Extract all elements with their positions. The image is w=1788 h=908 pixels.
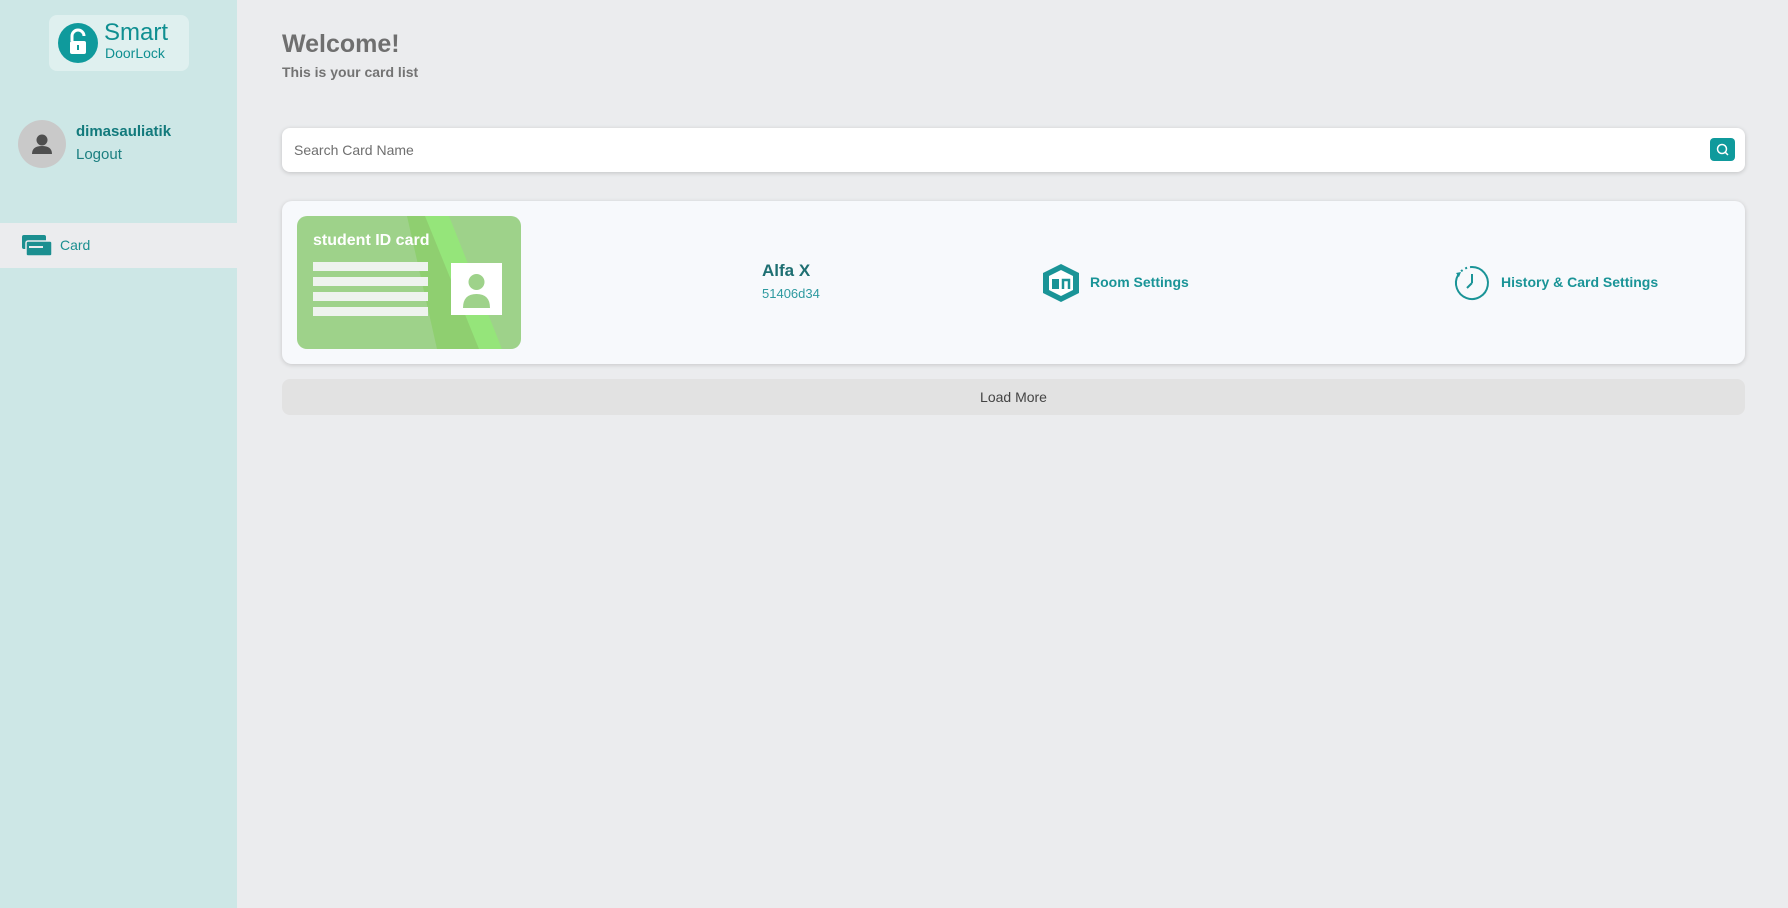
sidebar: Smart DoorLock dimasauliatik Logout Card — [0, 0, 237, 908]
sidebar-item-label: Card — [60, 237, 91, 253]
card-image-title: student ID card — [313, 232, 430, 249]
user-icon — [32, 134, 52, 154]
search-bar — [282, 128, 1745, 172]
logo-title: Smart — [104, 19, 169, 46]
load-more-button[interactable]: Load More — [282, 379, 1745, 415]
user-name: dimasauliatik — [76, 123, 172, 140]
avatar — [18, 120, 66, 168]
card-image: student ID card — [297, 216, 521, 349]
app-logo[interactable]: Smart DoorLock — [49, 15, 189, 71]
sidebar-item-card[interactable]: Card — [0, 223, 237, 268]
clock-history-icon — [1453, 264, 1491, 307]
room-icon — [1040, 262, 1082, 309]
room-settings-button[interactable]: Room Settings — [1040, 262, 1210, 304]
card-list-item: student ID card Alfa X 51406d34 Room Set… — [282, 201, 1745, 364]
search-input[interactable] — [292, 136, 1672, 164]
history-card-settings-button[interactable]: History & Card Settings — [1453, 262, 1683, 304]
search-button[interactable] — [1710, 138, 1735, 161]
page-title: Welcome! — [282, 30, 400, 58]
history-card-settings-label: History & Card Settings — [1501, 274, 1659, 290]
card-name: Alfa X — [762, 261, 811, 280]
search-icon — [1716, 143, 1729, 156]
card-code: 51406d34 — [762, 286, 820, 301]
cards-icon — [22, 234, 53, 263]
page-subtitle: This is your card list — [282, 64, 419, 80]
logout-link[interactable]: Logout — [76, 146, 122, 163]
unlocked-padlock-icon — [58, 23, 98, 63]
room-settings-label: Room Settings — [1090, 274, 1189, 290]
logo-subtitle: DoorLock — [105, 45, 165, 61]
